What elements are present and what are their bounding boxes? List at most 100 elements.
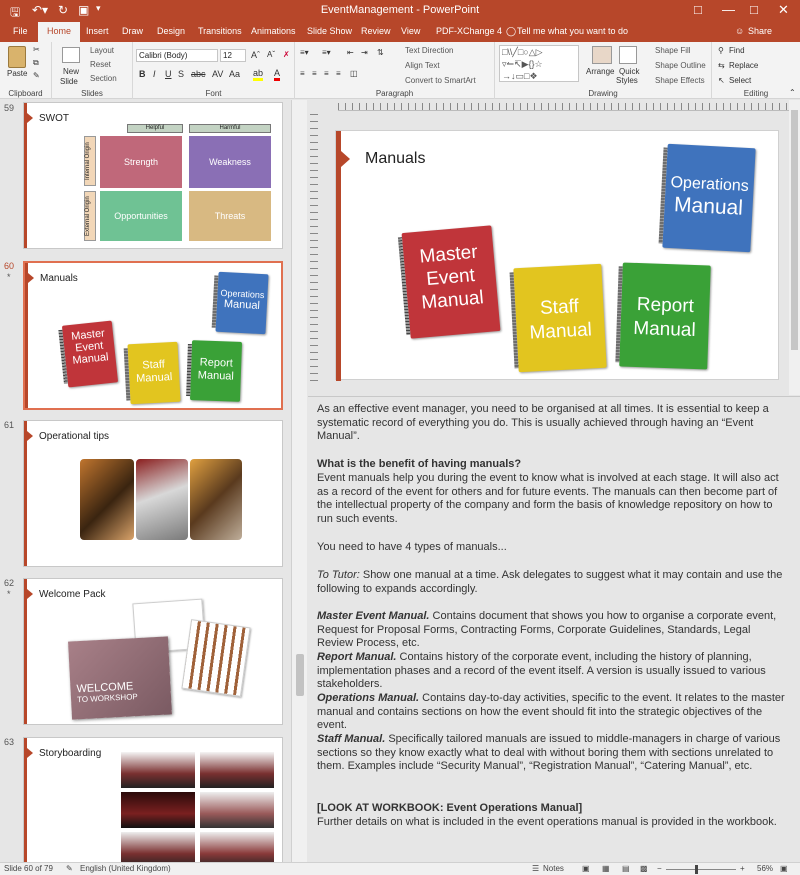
- slide-scroll-thumb[interactable]: [791, 110, 798, 350]
- italic-icon[interactable]: I: [153, 69, 156, 79]
- find-button[interactable]: Find: [729, 46, 745, 55]
- char-spacing-icon[interactable]: AV: [212, 69, 223, 79]
- thumbnail-slide-59[interactable]: SWOT Helpful Harmful Internal Origin Ext…: [23, 102, 283, 249]
- slide-canvas[interactable]: Manuals Operations Manual Master Event Manu…: [335, 130, 779, 381]
- staff-manual-image[interactable]: Staff Manual: [513, 263, 607, 373]
- shape-effects-button[interactable]: Shape Effects: [655, 76, 705, 85]
- slide-scrollbar[interactable]: [789, 100, 800, 395]
- tab-review[interactable]: Review: [361, 26, 391, 36]
- tab-design[interactable]: Design: [157, 26, 185, 36]
- tab-pdf-xchange[interactable]: PDF-XChange 4: [436, 26, 502, 36]
- arrange-icon[interactable]: [592, 46, 612, 64]
- slide-title[interactable]: Manuals: [365, 150, 425, 168]
- thumbnail-slide-61[interactable]: Operational tips: [23, 420, 283, 567]
- tab-animations[interactable]: Animations: [251, 26, 296, 36]
- zoom-in-icon[interactable]: +: [740, 864, 745, 873]
- section-button[interactable]: Section: [90, 74, 117, 83]
- replace-icon[interactable]: ⇆: [718, 61, 725, 70]
- thumbnails-scrollbar[interactable]: [291, 100, 307, 862]
- notes-button[interactable]: Notes: [543, 864, 564, 873]
- select-button[interactable]: Select: [729, 76, 751, 85]
- tab-home[interactable]: Home: [38, 22, 81, 42]
- reset-button[interactable]: Reset: [90, 60, 111, 69]
- thumbnail-slide-60[interactable]: Manuals Operations Manual Master Event Manu…: [23, 261, 283, 410]
- quick-styles-button-2[interactable]: Styles: [616, 76, 638, 85]
- tab-file[interactable]: File: [13, 26, 28, 36]
- shape-fill-button[interactable]: Shape Fill: [655, 46, 691, 55]
- thumbnail-slide-63[interactable]: Storyboarding: [23, 737, 283, 862]
- report-manual-image[interactable]: Report Manual: [619, 262, 711, 370]
- replace-button[interactable]: Replace: [729, 61, 758, 70]
- slideshow-view-icon[interactable]: ▩: [640, 864, 648, 873]
- master-event-manual-image[interactable]: Master Event Manual: [401, 225, 501, 339]
- decrease-indent-icon[interactable]: ⇤: [347, 48, 354, 57]
- tab-transitions[interactable]: Transitions: [198, 26, 242, 36]
- thumbnails-scroll-thumb[interactable]: [296, 654, 304, 696]
- underline-icon[interactable]: U: [165, 69, 172, 79]
- thumbnail-slide-62[interactable]: Welcome Pack WELCOME TO WORKSHOP: [23, 578, 283, 725]
- shape-outline-button[interactable]: Shape Outline: [655, 61, 706, 70]
- quick-styles-button[interactable]: Quick: [619, 67, 639, 76]
- select-icon[interactable]: ↖: [718, 76, 725, 85]
- new-slide-button-2[interactable]: Slide: [60, 77, 78, 86]
- paste-button[interactable]: Paste: [7, 69, 27, 78]
- language-indicator[interactable]: English (United Kingdom): [80, 864, 171, 873]
- convert-smartart-button[interactable]: Convert to SmartArt: [405, 76, 476, 85]
- maximize-icon[interactable]: □: [750, 2, 758, 17]
- shadow-icon[interactable]: S: [178, 69, 184, 79]
- paste-icon[interactable]: [8, 46, 26, 68]
- text-direction-button[interactable]: Text Direction: [405, 46, 453, 55]
- minimize-icon[interactable]: —: [722, 2, 735, 17]
- shrink-font-icon[interactable]: Aˇ: [267, 50, 275, 59]
- tell-me-box[interactable]: Tell me what you want to do: [517, 26, 628, 36]
- format-painter-icon[interactable]: ✎: [33, 71, 40, 80]
- font-name-select[interactable]: Calibri (Body): [136, 49, 218, 62]
- normal-view-icon[interactable]: ▣: [582, 864, 590, 873]
- reading-view-icon[interactable]: ▤: [622, 864, 630, 873]
- change-case-button[interactable]: Aa: [229, 69, 240, 79]
- spellcheck-icon[interactable]: ✎: [66, 864, 73, 873]
- line-spacing-icon[interactable]: ⇅: [377, 48, 384, 57]
- slide-sorter-icon[interactable]: ▦: [602, 864, 610, 873]
- share-button[interactable]: Share: [748, 26, 772, 36]
- numbering-icon[interactable]: ≡▾: [322, 48, 331, 57]
- find-icon[interactable]: ⚲: [718, 46, 724, 55]
- fit-slide-icon[interactable]: ▣: [780, 864, 788, 873]
- close-icon[interactable]: ✕: [778, 2, 789, 18]
- zoom-out-icon[interactable]: −: [657, 864, 662, 873]
- collapse-ribbon-icon[interactable]: ⌃: [789, 88, 796, 97]
- zoom-slider-thumb[interactable]: [695, 865, 698, 874]
- align-text-button[interactable]: Align Text: [405, 61, 440, 70]
- copy-icon[interactable]: ⧉: [33, 58, 39, 68]
- align-right-icon[interactable]: ≡: [324, 69, 329, 78]
- tab-insert[interactable]: Insert: [86, 26, 109, 36]
- highlight-icon[interactable]: ab: [253, 68, 264, 81]
- tab-slide-show[interactable]: Slide Show: [307, 26, 352, 36]
- operations-manual-image[interactable]: Operations Manual: [662, 143, 756, 253]
- new-slide-button[interactable]: New: [63, 67, 79, 76]
- font-color-icon[interactable]: A: [274, 68, 281, 81]
- tab-view[interactable]: View: [401, 26, 420, 36]
- tab-draw[interactable]: Draw: [122, 26, 143, 36]
- new-slide-icon[interactable]: [62, 47, 80, 63]
- ribbon-options-icon[interactable]: □: [694, 2, 702, 17]
- clear-format-icon[interactable]: ✗: [283, 50, 290, 59]
- columns-icon[interactable]: ◫: [350, 69, 358, 78]
- bold-icon[interactable]: B: [139, 69, 146, 79]
- grow-font-icon[interactable]: Aˆ: [251, 50, 260, 60]
- increase-indent-icon[interactable]: ⇥: [361, 48, 368, 57]
- font-size-select[interactable]: 12: [220, 49, 246, 62]
- share-icon[interactable]: ☺: [735, 26, 744, 36]
- zoom-level[interactable]: 56%: [757, 864, 773, 873]
- strikethrough-icon[interactable]: abc: [191, 69, 206, 79]
- zoom-slider[interactable]: [666, 869, 736, 870]
- layout-button[interactable]: Layout: [90, 46, 114, 55]
- align-center-icon[interactable]: ≡: [312, 69, 317, 78]
- cut-icon[interactable]: ✂: [33, 45, 40, 54]
- arrange-button[interactable]: Arrange: [586, 67, 614, 76]
- notes-pane[interactable]: As an effective event manager, you need …: [308, 396, 800, 862]
- bullets-icon[interactable]: ≡▾: [300, 48, 309, 57]
- quick-styles-icon[interactable]: [619, 46, 637, 64]
- justify-icon[interactable]: ≡: [336, 69, 341, 78]
- align-left-icon[interactable]: ≡: [300, 69, 305, 78]
